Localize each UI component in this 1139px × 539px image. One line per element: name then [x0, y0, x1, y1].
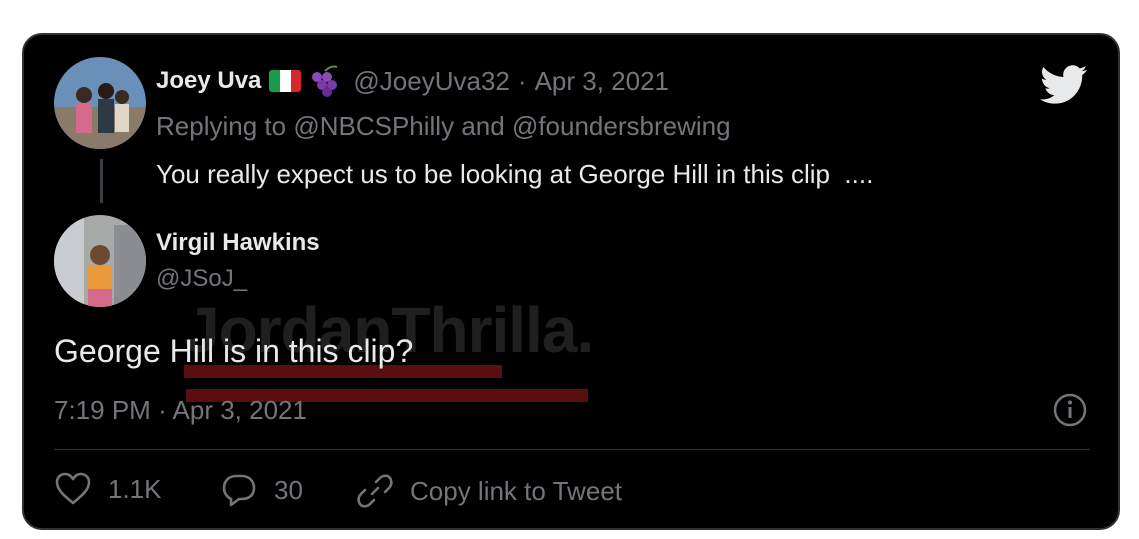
- italy-flag-icon: [269, 70, 302, 92]
- joey-uva-avatar[interactable]: [54, 57, 146, 149]
- virgil-hawkins-avatar[interactable]: [54, 215, 146, 307]
- action-divider: [54, 449, 1090, 450]
- grapes-icon: [312, 65, 338, 97]
- tweet-time[interactable]: 7:19 PM: [54, 395, 151, 425]
- copy-link-button[interactable]: Copy link to Tweet: [356, 472, 622, 510]
- timestamp-separator: ·: [158, 395, 167, 425]
- joey-uva-handle[interactable]: @JoeyUva32: [353, 66, 509, 97]
- header-separator: ·: [517, 65, 527, 96]
- reply-count: 30: [274, 474, 303, 505]
- tweet-date[interactable]: Apr 3, 2021: [173, 395, 307, 425]
- like-button[interactable]: 1.1K: [54, 472, 162, 506]
- virgil-hawkins-name[interactable]: Virgil Hawkins: [156, 229, 320, 257]
- mention-nbcsphilly[interactable]: @NBCSPhilly: [293, 111, 454, 141]
- joey-uva-name[interactable]: Joey Uva: [156, 67, 261, 95]
- main-tweet-text: George Hill is in this clip?: [54, 333, 414, 369]
- like-count: 1.1K: [108, 473, 162, 504]
- and-word: and: [461, 111, 505, 141]
- link-icon: [357, 474, 393, 508]
- replying-prefix: Replying to: [156, 111, 287, 141]
- virgil-hawkins-handle[interactable]: @JSoJ_: [156, 265, 247, 293]
- tweet-card[interactable]: Joey Uva @JoeyUva32 · Apr 3, 2021 Replyi…: [22, 33, 1120, 530]
- reply-date[interactable]: Apr 3, 2021: [535, 66, 669, 97]
- mention-foundersbrewing[interactable]: @foundersbrewing: [512, 111, 731, 141]
- thread-line: [100, 159, 103, 203]
- reply-button[interactable]: 30: [220, 472, 303, 508]
- reply-bubble-icon: [222, 474, 256, 507]
- twitter-bird-icon[interactable]: [1040, 65, 1088, 105]
- replying-to-line: Replying to @NBCSPhilly and @foundersbre…: [156, 111, 731, 142]
- copy-link-label: Copy link to Tweet: [410, 475, 622, 506]
- info-icon[interactable]: [1052, 392, 1088, 428]
- timestamp-line: 7:19 PM · Apr 3, 2021: [54, 395, 307, 426]
- reply-tweet-text: You really expect us to be looking at Ge…: [156, 159, 874, 189]
- heart-icon: [55, 472, 91, 505]
